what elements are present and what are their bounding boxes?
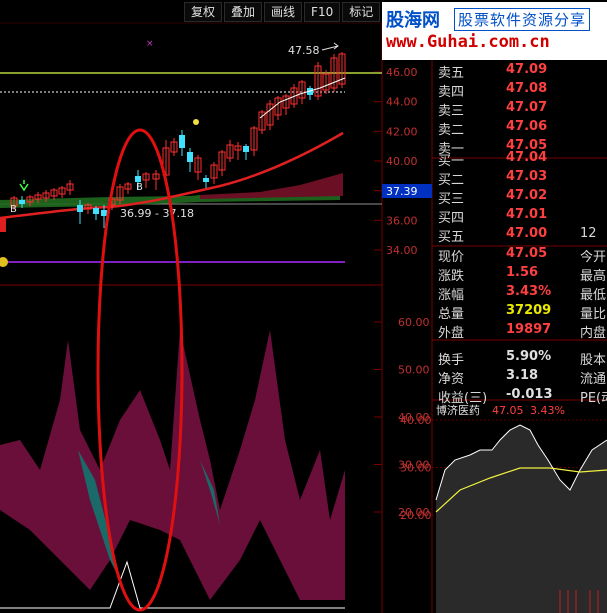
ask-row-label: 卖二 (438, 123, 465, 138)
price-tick-label: 36.00 (386, 214, 418, 227)
quote-row-extra: 量比 (580, 307, 607, 322)
quote-row: 涨幅 3.43% 最低 (434, 284, 607, 303)
quote-row: 收益(三) -0.013 PE(动) (434, 387, 607, 406)
quote-row-value: 5.90% (506, 349, 552, 364)
quote-row-label: 净资 (438, 372, 465, 387)
mini-tick-label: 40.00 (400, 414, 432, 427)
logo-cn-name: 股海网 (386, 10, 440, 31)
toolbar-button-1[interactable]: 叠加 (224, 2, 263, 22)
price-tick-label: 46.00 (386, 66, 418, 79)
quote-row-value: -0.013 (506, 387, 553, 402)
ask-row: 卖四 47.08 (434, 81, 607, 100)
ask-row: 卖二 47.06 (434, 119, 607, 138)
high-price-label: 47.58 (288, 44, 320, 57)
ask-row: 卖三 47.07 (434, 100, 607, 119)
price-tick-label: 44.00 (386, 96, 418, 109)
dot-marker (193, 119, 199, 125)
ask-row-value: 47.09 (506, 62, 548, 77)
buy-marker-b: B (136, 182, 143, 193)
toolbar-button-4[interactable]: 标记 (342, 2, 381, 22)
quote-row-label: 总量 (438, 307, 465, 322)
bid-row-label: 买四 (438, 211, 465, 226)
ask-row-value: 47.06 (506, 119, 548, 134)
stock-terminal: 46.0044.0042.0040.0038.0036.0034.0060.00… (0, 0, 607, 613)
ask-row-value: 47.08 (506, 81, 548, 96)
quote-row: 现价 47.05 今开 (434, 246, 607, 265)
bid-row-value: 47.03 (506, 169, 548, 184)
current-price-tag: 37.39 (386, 185, 418, 198)
ask-row-label: 卖四 (438, 85, 465, 100)
indicator-tick-label: 50.00 (398, 364, 430, 377)
quote-row: 涨跌 1.56 最高 (434, 265, 607, 284)
buy-marker-b: B (10, 204, 17, 215)
quote-row-label: 换手 (438, 353, 465, 368)
bid-row-label: 买五 (438, 230, 465, 245)
quote-row-extra: 今开 (580, 250, 607, 265)
candle-body (203, 178, 209, 182)
mini-tick-label: 30.00 (400, 462, 432, 475)
quote-row-extra: 流通 (580, 372, 607, 387)
quote-row-label: 涨幅 (438, 288, 465, 303)
bid-row: 买四 47.01 (434, 207, 607, 226)
quote-row-label: 现价 (438, 250, 465, 265)
ask-row: 卖五 47.09 (434, 62, 607, 81)
candle-body (243, 146, 249, 152)
quote-row-extra: PE(动) (580, 391, 607, 406)
quote-row: 总量 37209 量比 (434, 303, 607, 322)
bid-row: 买二 47.03 (434, 169, 607, 188)
candle-body (179, 135, 185, 148)
quote-row-extra: 最高 (580, 269, 607, 284)
x-marker: × (146, 39, 154, 49)
quote-row-extra: 最低 (580, 288, 607, 303)
bid-row: 买五 47.00 12 (434, 226, 607, 245)
bid-row-value: 47.01 (506, 207, 548, 222)
candle-body (93, 208, 99, 214)
quote-row: 换手 5.90% 股本 (434, 349, 607, 368)
bid-row: 买一 47.04 (434, 150, 607, 169)
candle-body (77, 205, 83, 212)
quote-row-label: 收益(三) (438, 391, 488, 406)
left-edge-marker (0, 218, 6, 232)
bid-row-extra: 12 (580, 226, 597, 241)
bid-row: 买三 47.02 (434, 188, 607, 207)
candle-body (187, 152, 193, 162)
quote-row: 外盘 19897 内盘 (434, 322, 607, 341)
quote-row-value: 47.05 (506, 246, 548, 261)
ask-row-label: 卖三 (438, 104, 465, 119)
quote-row: 净资 3.18 流通 (434, 368, 607, 387)
quote-row-value: 19897 (506, 322, 552, 337)
quote-row-extra: 内盘 (580, 326, 607, 341)
toolbar-button-0[interactable]: 复权 (184, 2, 223, 22)
ask-row-label: 卖五 (438, 66, 465, 81)
quote-row-label: 外盘 (438, 326, 465, 341)
bid-row-value: 47.02 (506, 188, 548, 203)
price-tick-label: 40.00 (386, 155, 418, 168)
quote-row-value: 37209 (506, 303, 552, 318)
bid-row-label: 买二 (438, 173, 465, 188)
quote-row-extra: 股本 (580, 353, 607, 368)
indicator-tick-label: 60.00 (398, 316, 430, 329)
toolbar-button-3[interactable]: F10 (304, 2, 341, 22)
logo-url: www.Guhai.com.cn (386, 32, 550, 52)
mini-tick-label: 20.00 (400, 509, 432, 522)
range-label: 36.99 - 37.18 (120, 207, 194, 220)
quote-row-label: 涨跌 (438, 269, 465, 284)
price-tick-label: 34.00 (386, 244, 418, 257)
bid-row-value: 47.04 (506, 150, 548, 165)
bid-row-value: 47.00 (506, 226, 548, 241)
quote-row-value: 3.18 (506, 368, 539, 383)
ask-row-value: 47.07 (506, 100, 548, 115)
quote-row-value: 3.43% (506, 284, 552, 299)
price-tick-label: 42.00 (386, 125, 418, 138)
quote-row-value: 1.56 (506, 265, 539, 280)
logo-tagline: 股票软件资源分享 (454, 8, 591, 31)
candle-body (101, 210, 107, 216)
bid-row-label: 买一 (438, 154, 465, 169)
site-logo-banner: 股海网 股票软件资源分享 www.Guhai.com.cn (382, 2, 607, 60)
candle-body (19, 200, 25, 204)
bid-row-label: 买三 (438, 192, 465, 207)
toolbar-button-2[interactable]: 画线 (264, 2, 303, 22)
